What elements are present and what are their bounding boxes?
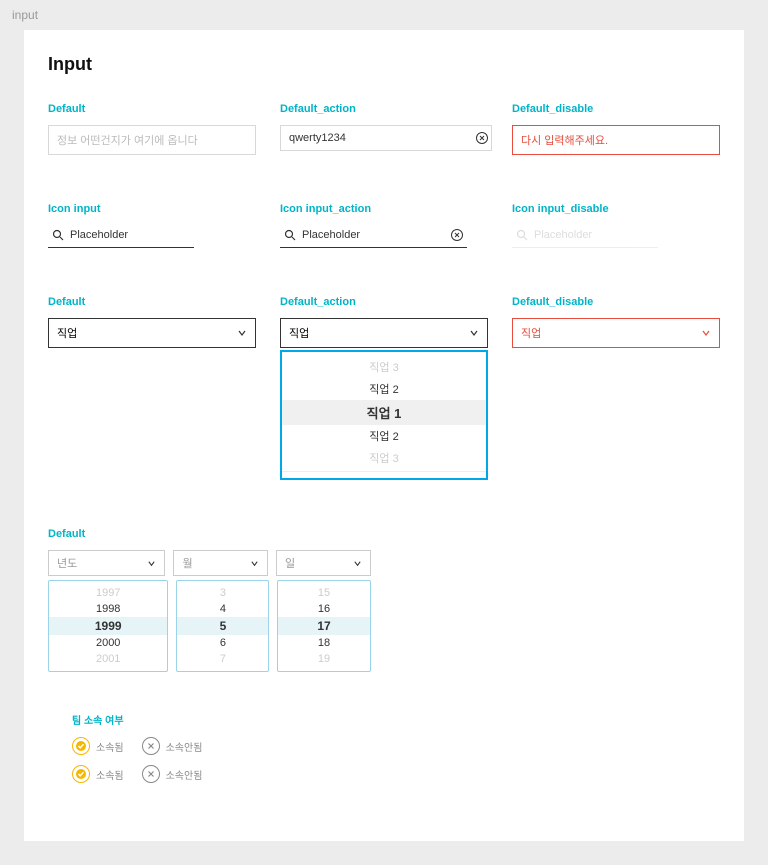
dropdown-option[interactable]: 직업 2 [282, 378, 486, 400]
day-option[interactable]: 17 [278, 617, 369, 635]
radio-item-member[interactable]: 소속됨 [72, 765, 124, 783]
dropdown-option[interactable]: 직업 3 [282, 447, 486, 469]
year-option[interactable]: 1999 [49, 617, 167, 635]
label-default: Default [48, 103, 256, 115]
radio-item-nonmember[interactable]: 소속안됨 [142, 737, 203, 755]
row-date: Default 년도 월 일 1997 1998 1999 2000 2001 [48, 528, 720, 672]
icon-input-action-text: Placeholder [302, 229, 445, 241]
month-option[interactable]: 3 [177, 585, 268, 601]
month-option[interactable]: 6 [177, 635, 268, 651]
date-picker-year[interactable]: 1997 1998 1999 2000 2001 [48, 580, 168, 672]
date-picker-month[interactable]: 3 4 5 6 7 [176, 580, 269, 672]
select-disable[interactable]: 직업 [512, 318, 720, 348]
check-icon [72, 737, 90, 755]
select-default[interactable]: 직업 [48, 318, 256, 348]
label-default-action: Default_action [280, 103, 488, 115]
radio-label: 소속됨 [96, 767, 124, 782]
close-icon [142, 737, 160, 755]
radio-section-label: 팀 소속 여부 [72, 712, 720, 727]
main-heading: Input [48, 54, 720, 75]
icon-input-disable: Placeholder [512, 225, 658, 248]
search-icon [516, 229, 528, 241]
close-icon [142, 765, 160, 783]
row-text-inputs: Default 정보 어떤건지가 여기에 옵니다 Default_action … [48, 103, 720, 155]
chevron-down-icon [147, 559, 156, 568]
radio-label: 소속안됨 [166, 739, 203, 754]
day-option[interactable]: 18 [278, 635, 369, 651]
date-picker-day[interactable]: 15 16 17 18 19 [277, 580, 370, 672]
year-option[interactable]: 1998 [49, 601, 167, 617]
label-icon-input-disable: Icon input_disable [512, 203, 720, 215]
date-select-month[interactable]: 월 [173, 550, 268, 576]
date-select-day[interactable]: 일 [276, 550, 371, 576]
radio-section: 팀 소속 여부 소속됨 소속안됨 소속됨 [72, 712, 720, 783]
radio-item-nonmember[interactable]: 소속안됨 [142, 765, 203, 783]
label-date-default: Default [48, 528, 720, 540]
label-select-action: Default_action [280, 296, 488, 308]
year-option[interactable]: 2000 [49, 635, 167, 651]
chevron-down-icon [701, 328, 711, 338]
input-default-action[interactable]: qwerty1234 [280, 125, 492, 151]
year-option[interactable]: 2001 [49, 651, 167, 667]
search-icon [284, 229, 296, 241]
day-option[interactable]: 19 [278, 651, 369, 667]
dropdown-panel[interactable]: 직업 3 직업 2 직업 1 직업 2 직업 3 [280, 350, 488, 480]
month-option[interactable]: 4 [177, 601, 268, 617]
label-icon-input: Icon input [48, 203, 256, 215]
icon-input-disable-text: Placeholder [534, 229, 654, 241]
radio-label: 소속안됨 [166, 767, 203, 782]
input-default-disable[interactable]: 다시 입력해주세요. [512, 125, 720, 155]
page-title: input [0, 0, 768, 30]
date-select-year-label: 년도 [57, 555, 77, 571]
day-option[interactable]: 16 [278, 601, 369, 617]
chevron-down-icon [237, 328, 247, 338]
search-icon [52, 229, 64, 241]
select-disable-value: 직업 [521, 325, 541, 341]
chevron-down-icon [353, 559, 362, 568]
check-icon [72, 765, 90, 783]
date-select-year[interactable]: 년도 [48, 550, 165, 576]
clear-icon[interactable] [451, 229, 463, 241]
dropdown-option[interactable]: 직업 2 [282, 425, 486, 447]
month-option[interactable]: 5 [177, 617, 268, 635]
icon-input-text: Placeholder [70, 229, 190, 241]
select-default-value: 직업 [57, 325, 77, 341]
radio-item-member[interactable]: 소속됨 [72, 737, 124, 755]
label-select-disable: Default_disable [512, 296, 720, 308]
label-default-disable: Default_disable [512, 103, 720, 115]
canvas: Input Default 정보 어떤건지가 여기에 옵니다 Default_a… [24, 30, 744, 841]
label-select-default: Default [48, 296, 256, 308]
row-icon-inputs: Icon input Placeholder Icon input_action… [48, 203, 720, 248]
year-option[interactable]: 1997 [49, 585, 167, 601]
dropdown-option[interactable]: 직업 3 [282, 356, 486, 378]
chevron-down-icon [250, 559, 259, 568]
input-default[interactable]: 정보 어떤건지가 여기에 옵니다 [48, 125, 256, 155]
icon-input[interactable]: Placeholder [48, 225, 194, 248]
date-select-day-label: 일 [285, 555, 295, 571]
date-select-month-label: 월 [182, 555, 192, 571]
clear-icon[interactable] [476, 132, 488, 144]
month-option[interactable]: 7 [177, 651, 268, 667]
select-action[interactable]: 직업 [280, 318, 488, 348]
icon-input-action[interactable]: Placeholder [280, 225, 467, 248]
radio-label: 소속됨 [96, 739, 124, 754]
label-icon-input-action: Icon input_action [280, 203, 488, 215]
chevron-down-icon [469, 328, 479, 338]
select-action-value: 직업 [289, 325, 309, 341]
divider [282, 471, 486, 472]
dropdown-option[interactable]: 직업 1 [282, 400, 486, 425]
day-option[interactable]: 15 [278, 585, 369, 601]
row-selects: Default 직업 Default_action 직업 직업 3 직업 2 직… [48, 296, 720, 480]
